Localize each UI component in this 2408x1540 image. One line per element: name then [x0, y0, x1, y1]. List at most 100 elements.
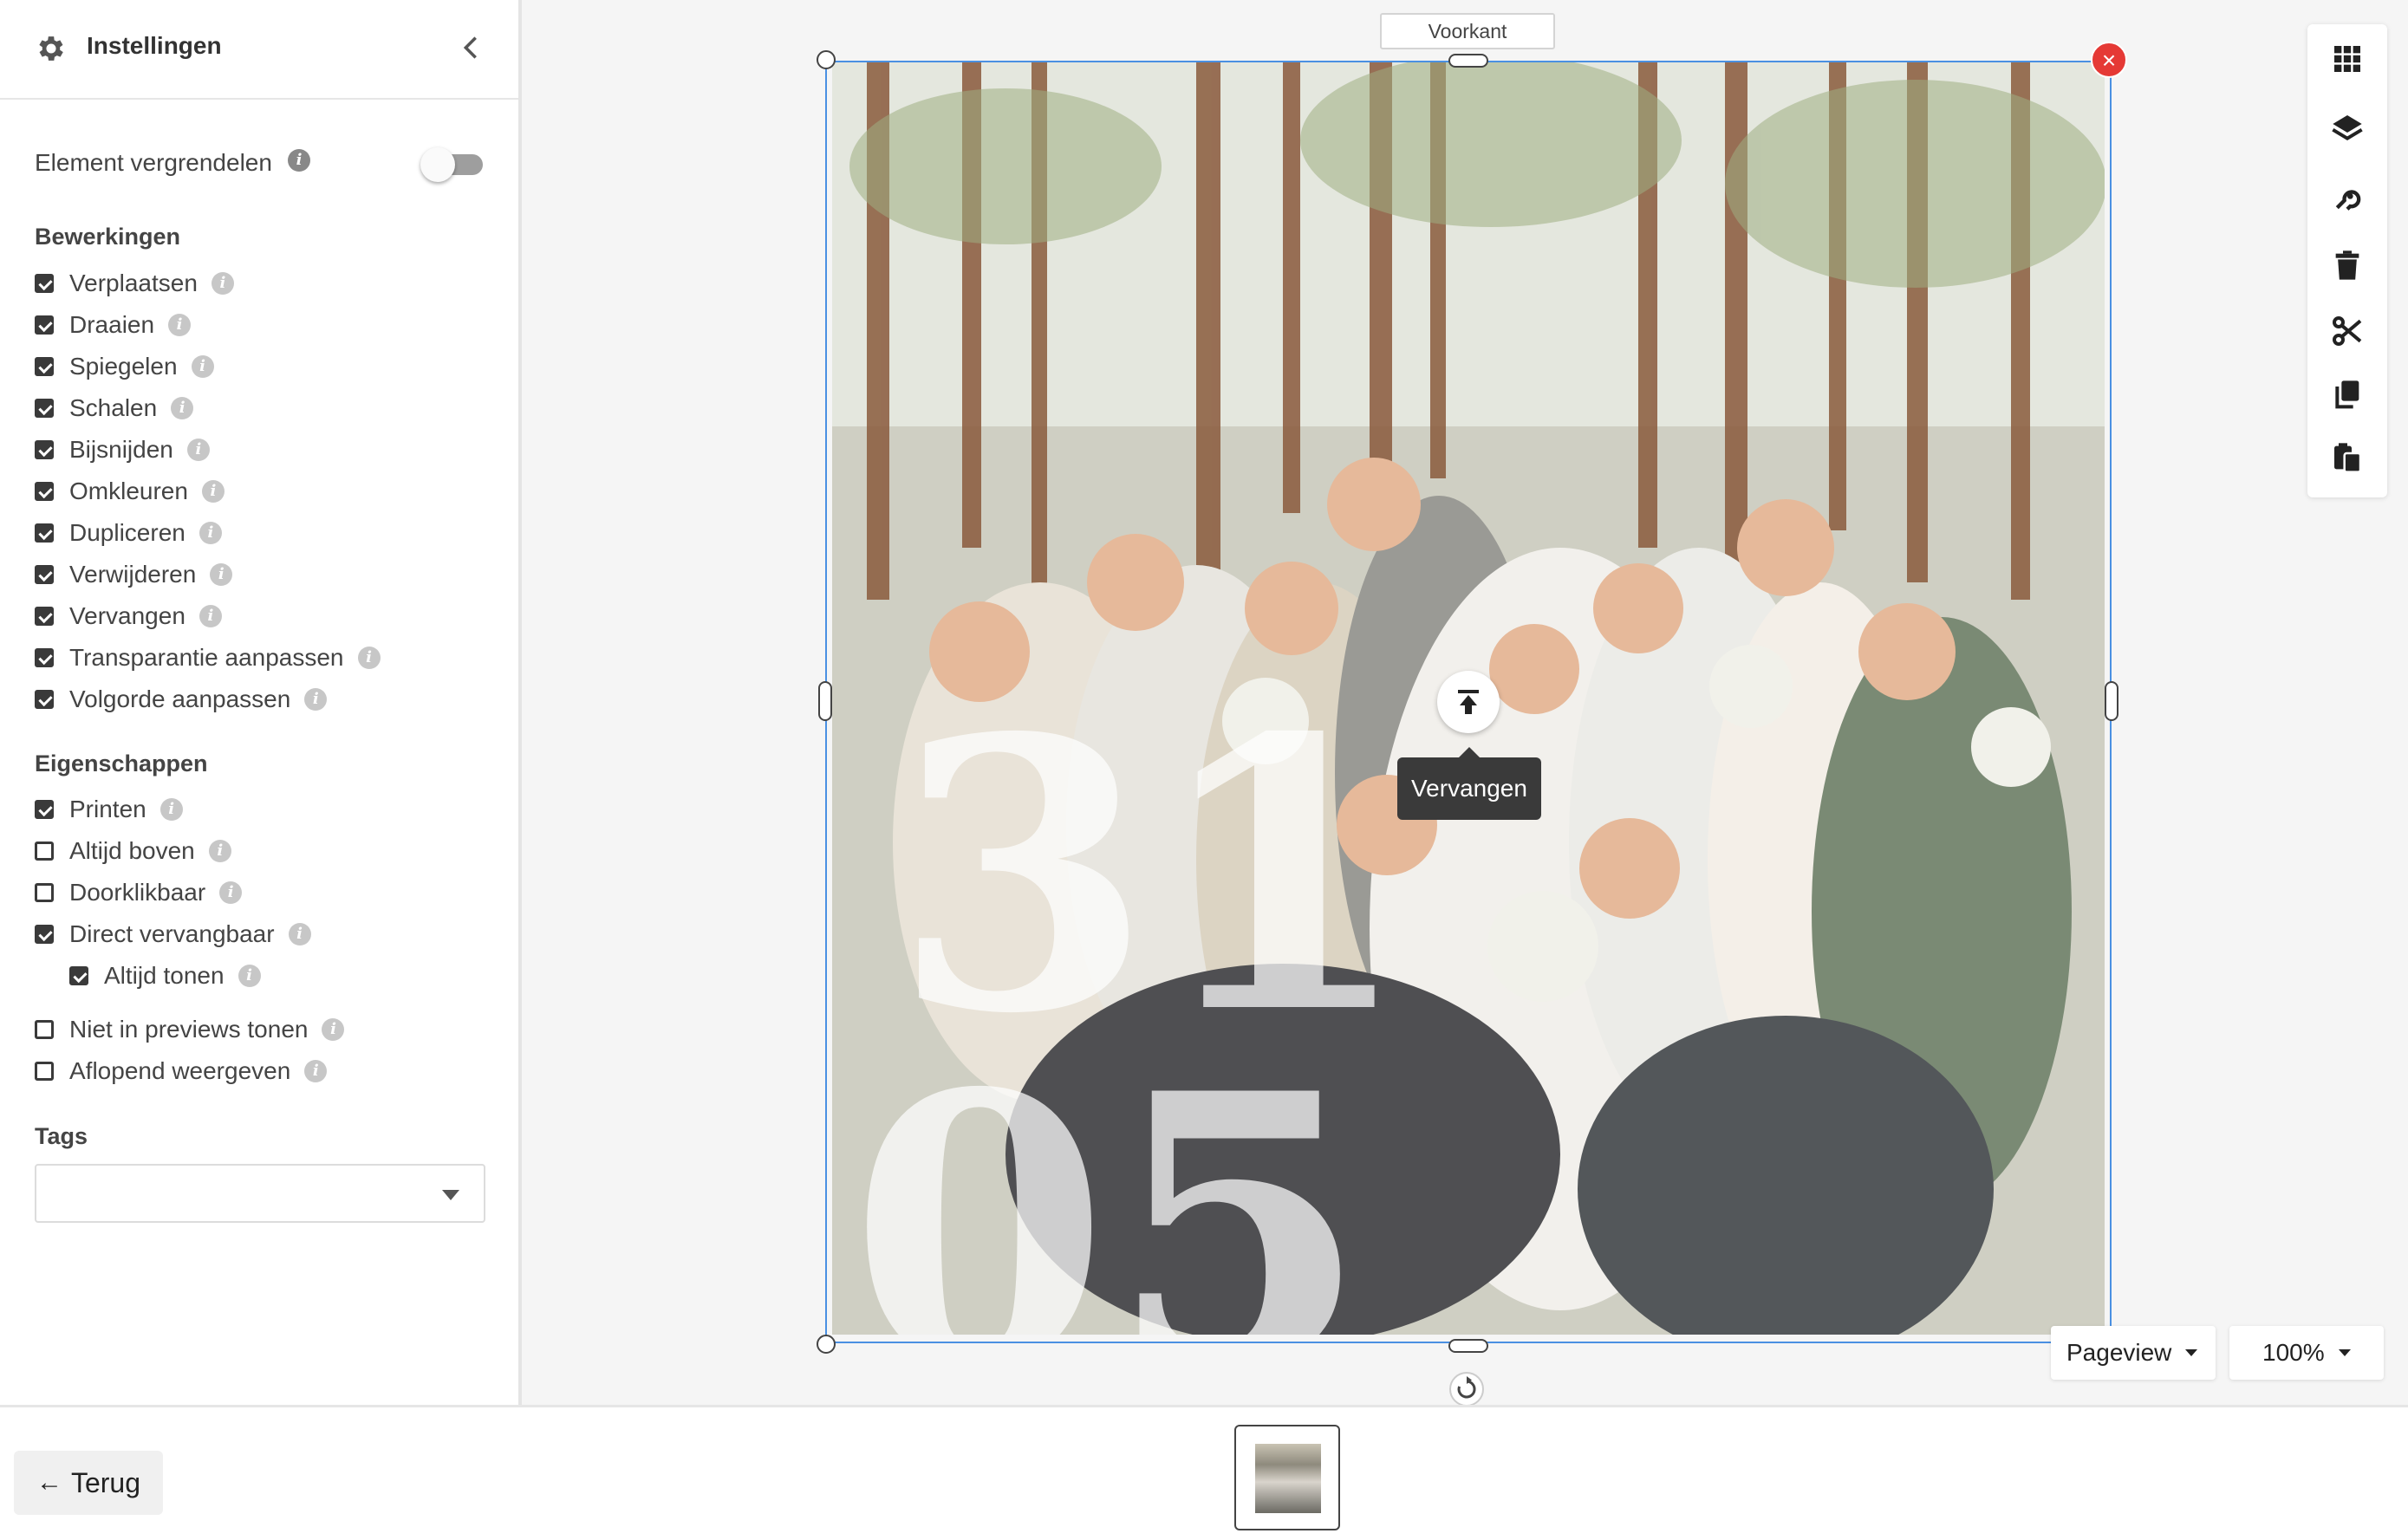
- checkbox[interactable]: [35, 440, 54, 459]
- bottom-bar: ← Terug: [0, 1405, 2408, 1540]
- remove-element-close-icon[interactable]: ×: [2091, 42, 2127, 78]
- resize-handle-top[interactable]: [1448, 54, 1488, 68]
- info-icon: i: [211, 272, 234, 295]
- checkbox-label: Direct vervangbaar: [69, 920, 275, 947]
- copy-icon[interactable]: [2330, 378, 2365, 413]
- checkbox-row: Niet in previews tonen i: [35, 1012, 345, 1047]
- replace-tooltip: Vervangen: [1397, 747, 1541, 820]
- paste-icon[interactable]: [2330, 440, 2365, 475]
- info-icon: i: [208, 840, 231, 862]
- checkbox[interactable]: [35, 690, 54, 709]
- checkbox-row: Vervangen i: [35, 599, 222, 634]
- checkbox-row: Draaien i: [35, 308, 192, 342]
- zoom-dropdown[interactable]: 100%: [2229, 1326, 2384, 1380]
- checkbox[interactable]: [69, 966, 88, 985]
- checkbox[interactable]: [35, 315, 54, 335]
- chevron-left-icon[interactable]: [458, 33, 484, 62]
- magnet-icon[interactable]: [2330, 180, 2365, 215]
- checkbox[interactable]: [35, 1020, 54, 1039]
- checkbox-label: Draaien: [69, 311, 155, 338]
- checkbox-row: Omkleuren i: [35, 474, 225, 509]
- caret-down-icon: [2185, 1349, 2198, 1356]
- checkbox-label: Verwijderen: [69, 561, 197, 588]
- checkbox-label: Verplaatsen: [69, 270, 198, 296]
- view-mode-value: Pageview: [2066, 1339, 2172, 1366]
- gear-icon: [39, 36, 63, 61]
- info-icon: i: [198, 522, 222, 544]
- side-label: Voorkant: [1380, 13, 1555, 49]
- arrow-left-icon: ←: [36, 1468, 62, 1497]
- back-button[interactable]: ← Terug: [14, 1451, 163, 1515]
- layers-icon[interactable]: [2330, 111, 2365, 146]
- checkbox[interactable]: [35, 274, 54, 293]
- checkbox[interactable]: [35, 648, 54, 667]
- rotate-handle[interactable]: [1449, 1372, 1484, 1407]
- checkbox-row: Doorklikbaar i: [35, 875, 243, 910]
- resize-handle-right[interactable]: [2105, 681, 2118, 721]
- right-toolbar: [2307, 24, 2387, 497]
- replace-button[interactable]: [1437, 671, 1500, 733]
- upload-icon: [1458, 690, 1479, 714]
- checkbox[interactable]: [35, 399, 54, 418]
- checkbox-label: Bijsnijden: [69, 436, 173, 463]
- checkbox-row: Schalen i: [35, 391, 194, 426]
- lock-element-toggle[interactable]: [420, 147, 486, 182]
- checkbox-row: Dupliceren i: [35, 516, 222, 550]
- overlay-month-text: 05: [849, 1013, 1368, 1335]
- checkbox-label: Volgorde aanpassen: [69, 686, 291, 712]
- checkbox-label: Transparantie aanpassen: [69, 644, 344, 671]
- checkbox-row: Spiegelen i: [35, 349, 214, 384]
- info-icon: i: [357, 647, 381, 669]
- checkbox-label: Printen: [69, 796, 146, 822]
- info-icon: i: [201, 480, 225, 503]
- resize-handle-bottom-left[interactable]: [817, 1335, 836, 1354]
- resize-handle-bottom[interactable]: [1448, 1339, 1488, 1353]
- resize-handle-top-left[interactable]: [817, 50, 836, 69]
- info-icon: i: [198, 605, 222, 627]
- info-icon: i: [168, 314, 192, 336]
- checkbox-label: Niet in previews tonen: [69, 1016, 309, 1043]
- info-icon: i: [186, 439, 210, 461]
- scissors-icon[interactable]: [2330, 314, 2365, 348]
- checkbox[interactable]: [35, 883, 54, 902]
- checkbox[interactable]: [35, 841, 54, 861]
- lock-element-row: Element vergrendelen i: [35, 147, 485, 182]
- view-mode-dropdown[interactable]: Pageview: [2051, 1326, 2216, 1380]
- checkbox-label: Altijd tonen: [104, 962, 225, 989]
- checkbox-row: Volgorde aanpassen i: [35, 682, 328, 717]
- trash-icon[interactable]: [2330, 248, 2365, 283]
- checkbox[interactable]: [35, 357, 54, 376]
- sidebar-title: Instellingen: [87, 32, 222, 59]
- info-icon: i: [210, 563, 233, 586]
- page-thumbnail[interactable]: [1234, 1425, 1340, 1530]
- checkbox-row: Aflopend weergeven i: [35, 1054, 328, 1088]
- checkbox-row: Transparantie aanpassen i: [35, 640, 381, 675]
- checkbox-row: Direct vervangbaar i: [35, 917, 311, 952]
- info-icon: i: [191, 355, 214, 378]
- resize-handle-left[interactable]: [818, 681, 832, 721]
- zoom-value: 100%: [2262, 1339, 2325, 1366]
- checkbox-row: Altijd tonen i: [69, 958, 261, 993]
- checkbox[interactable]: [35, 607, 54, 626]
- caret-down-icon: [2338, 1349, 2351, 1356]
- info-icon: i: [304, 688, 328, 711]
- sidebar-header: Instellingen: [0, 0, 518, 100]
- checkbox[interactable]: [35, 800, 54, 819]
- checkbox-row: Altijd boven i: [35, 834, 231, 868]
- checkbox-label: Doorklikbaar: [69, 879, 206, 906]
- info-icon: i: [159, 798, 183, 821]
- grid-icon[interactable]: [2330, 42, 2365, 76]
- checkbox[interactable]: [35, 523, 54, 543]
- bewerkingen-heading: Bewerkingen: [35, 224, 181, 250]
- tags-select[interactable]: [35, 1164, 485, 1223]
- thumbnail-image: [1255, 1444, 1321, 1513]
- checkbox-row: Printen i: [35, 792, 183, 827]
- checkbox[interactable]: [35, 1062, 54, 1081]
- lock-element-label: Element vergrendelen: [35, 149, 272, 176]
- checkbox[interactable]: [35, 565, 54, 584]
- checkbox[interactable]: [35, 482, 54, 501]
- checkbox-label: Spiegelen: [69, 353, 178, 380]
- checkbox[interactable]: [35, 925, 54, 944]
- checkbox-label: Dupliceren: [69, 519, 185, 546]
- checkbox-label: Altijd boven: [69, 837, 195, 864]
